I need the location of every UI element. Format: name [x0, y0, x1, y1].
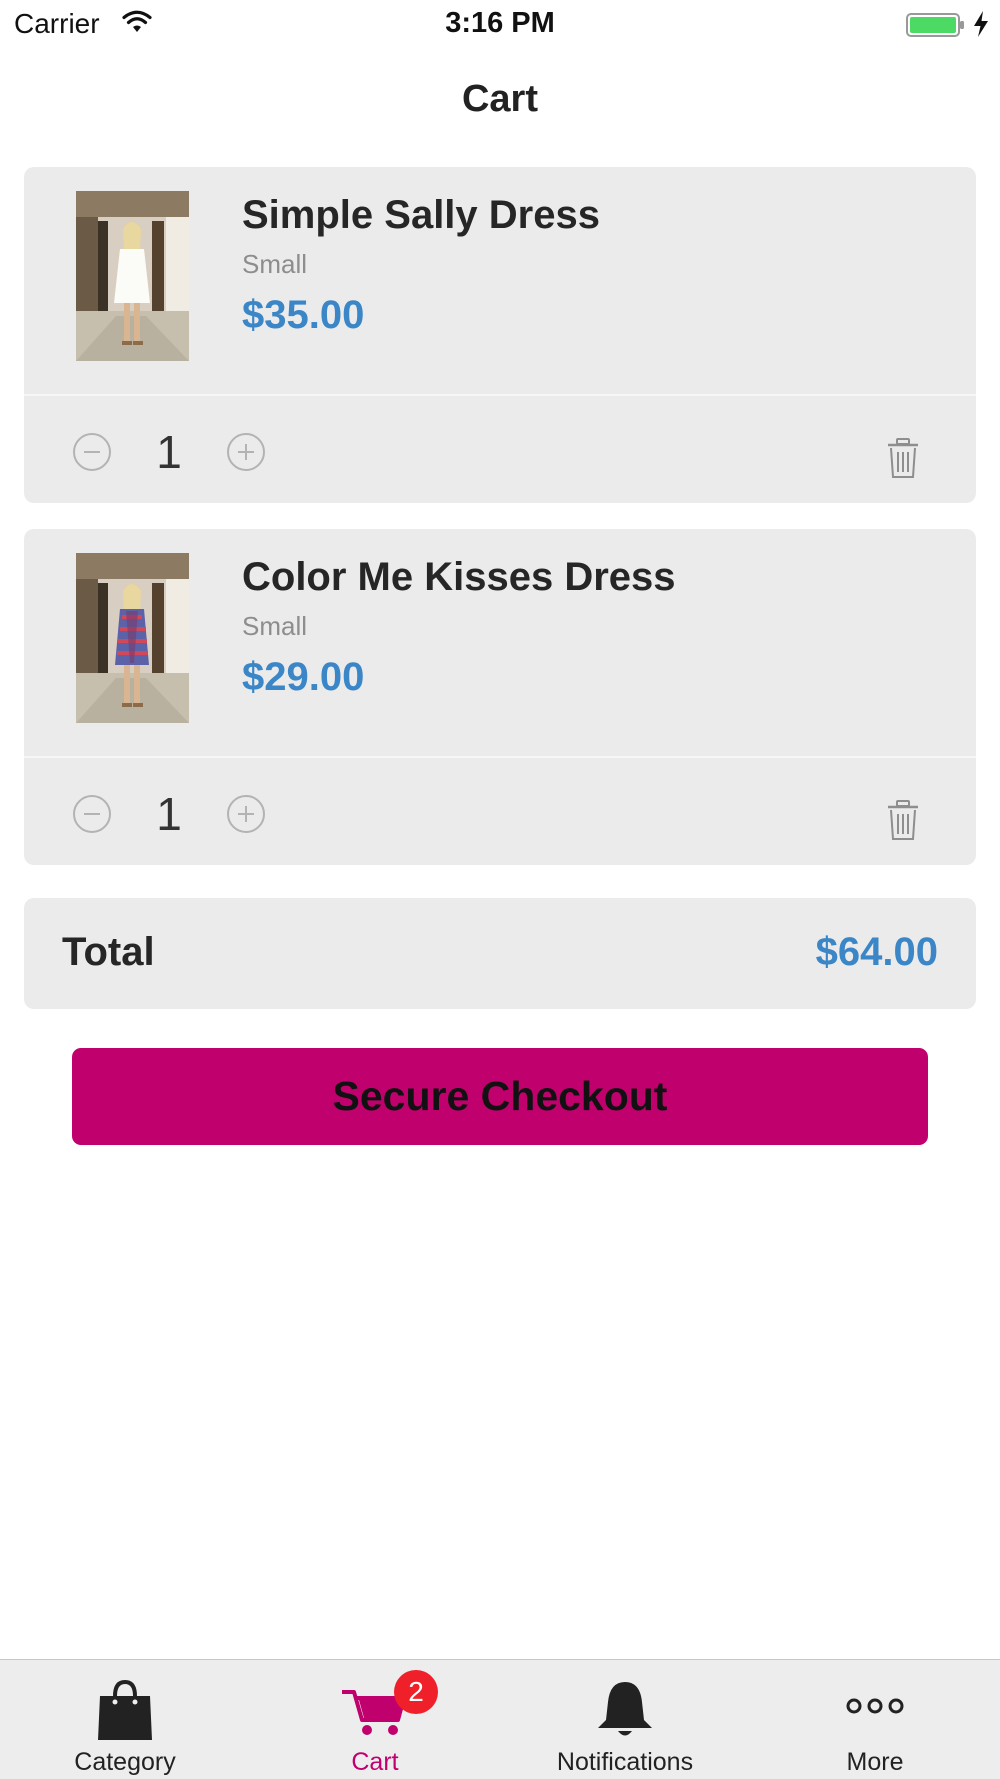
trash-icon[interactable]	[886, 799, 920, 841]
divider	[24, 394, 976, 396]
tab-cart[interactable]: 2 Cart	[250, 1660, 500, 1779]
total-value: $64.00	[815, 930, 938, 974]
trash-icon[interactable]	[886, 437, 920, 479]
more-dots-icon	[846, 1698, 904, 1714]
shopping-bag-icon	[98, 1679, 152, 1740]
tab-bar: Category 2 Cart Notifications More	[0, 1659, 1000, 1779]
quantity-value: 1	[156, 426, 182, 478]
total-label: Total	[62, 930, 155, 974]
tab-label: Notifications	[556, 1748, 694, 1776]
cart-item-card: Color Me Kisses Dress Small $29.00 1	[24, 529, 976, 865]
increase-quantity-button[interactable]	[226, 432, 266, 472]
tab-label: Cart	[351, 1748, 399, 1776]
total-card: Total $64.00	[24, 898, 976, 1009]
product-size: Small	[242, 249, 308, 279]
bell-icon	[598, 1682, 652, 1736]
tab-label: Category	[74, 1748, 176, 1776]
decrease-quantity-button[interactable]	[72, 794, 112, 834]
secure-checkout-button[interactable]: Secure Checkout	[72, 1048, 928, 1145]
product-price: $35.00	[242, 293, 365, 337]
tab-label: More	[846, 1748, 904, 1776]
product-image[interactable]	[76, 191, 189, 361]
product-name[interactable]: Color Me Kisses Dress	[242, 555, 676, 600]
divider	[24, 756, 976, 758]
status-time: 3:16 PM	[445, 7, 555, 39]
tab-notifications[interactable]: Notifications	[500, 1660, 750, 1779]
quantity-value: 1	[156, 788, 182, 840]
cart-count-badge: 2	[394, 1670, 438, 1714]
bolt-icon	[974, 11, 988, 37]
tab-more[interactable]: More	[750, 1660, 1000, 1779]
tab-category[interactable]: Category	[0, 1660, 250, 1779]
product-size: Small	[242, 611, 308, 641]
increase-quantity-button[interactable]	[226, 794, 266, 834]
battery-charging-icon	[906, 13, 964, 37]
decrease-quantity-button[interactable]	[72, 432, 112, 472]
status-bar: Carrier 3:16 PM	[0, 0, 1000, 50]
cart-item-card: Simple Sally Dress Small $35.00 1	[24, 167, 976, 503]
page-title: Cart	[461, 78, 539, 120]
product-name[interactable]: Simple Sally Dress	[242, 193, 600, 238]
product-image[interactable]	[76, 553, 189, 723]
product-price: $29.00	[242, 655, 365, 699]
